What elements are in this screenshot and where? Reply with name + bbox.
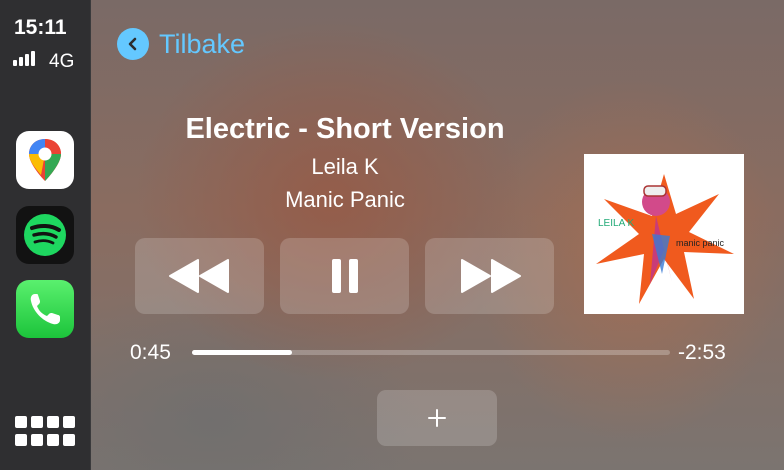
track-album: Manic Panic <box>285 187 405 212</box>
signal-strength-icon <box>13 51 35 66</box>
album-artwork: LEILA K manic panic <box>584 154 744 314</box>
album-art-subtext: manic panic <box>676 238 725 248</box>
status-time: 15:11 <box>14 16 67 39</box>
progress-bar[interactable] <box>192 350 670 355</box>
back-button[interactable]: Tilbake <box>117 28 245 60</box>
plus-icon <box>428 409 446 427</box>
spotify-icon <box>24 214 66 256</box>
app-grid-button[interactable] <box>15 416 77 448</box>
add-to-library-button[interactable] <box>377 390 497 446</box>
google-maps-icon <box>29 139 61 181</box>
progress-fill <box>192 350 293 355</box>
back-label: Tilbake <box>159 28 246 59</box>
now-playing-panel: Tilbake Electric - Short Version Leila K… <box>91 0 784 470</box>
rewind-button[interactable] <box>135 238 264 314</box>
elapsed-time: 0:45 <box>130 341 171 364</box>
fast-forward-icon <box>460 259 521 293</box>
rewind-icon <box>168 259 229 293</box>
spotify-app-button[interactable] <box>16 206 74 264</box>
google-maps-app-button[interactable] <box>16 131 74 189</box>
remaining-time: -2:53 <box>678 341 726 364</box>
fast-forward-button[interactable] <box>425 238 554 314</box>
track-title: Electric - Short Version <box>185 113 505 145</box>
track-artist: Leila K <box>311 154 379 179</box>
pause-icon <box>331 259 358 293</box>
dock: 15:11 4G <box>0 0 91 470</box>
network-type: 4G <box>49 51 75 72</box>
album-art-text: LEILA K <box>598 218 634 229</box>
phone-icon <box>30 294 60 325</box>
carplay-screen: 15:11 4G Tilbake Electric - Short Versio… <box>0 0 784 470</box>
phone-app-button[interactable] <box>16 280 74 338</box>
pause-button[interactable] <box>280 238 409 314</box>
app-grid-icon <box>15 416 27 428</box>
chevron-left-icon <box>117 28 149 60</box>
